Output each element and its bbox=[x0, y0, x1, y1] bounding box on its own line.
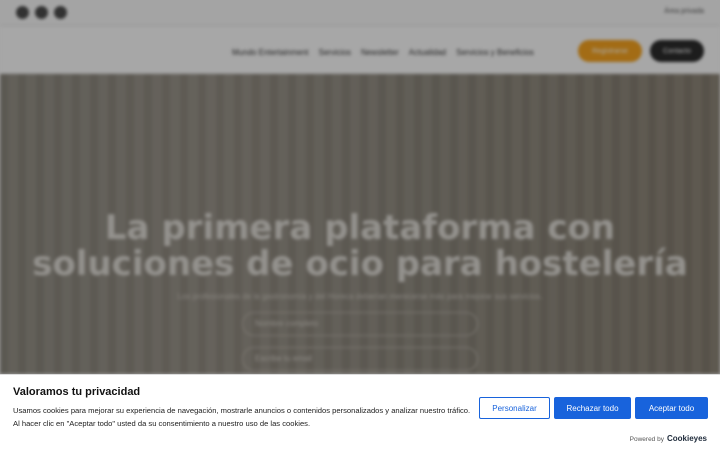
reject-all-button[interactable]: Rechazar todo bbox=[554, 397, 631, 419]
consent-title: Valoramos tu privacidad bbox=[13, 386, 141, 398]
accept-all-button[interactable]: Aceptar todo bbox=[635, 397, 708, 419]
cookieyes-logo[interactable]: Cookieyes bbox=[667, 434, 707, 443]
customize-button[interactable]: Personalizar bbox=[479, 397, 550, 419]
cookie-consent-banner: Valoramos tu privacidad Usamos cookies p… bbox=[0, 374, 720, 450]
consent-text: Usamos cookies para mejorar su experienc… bbox=[13, 406, 471, 428]
powered-by-label: Powered by bbox=[629, 436, 664, 443]
powered-by: Powered by Cookieyes bbox=[630, 434, 707, 443]
